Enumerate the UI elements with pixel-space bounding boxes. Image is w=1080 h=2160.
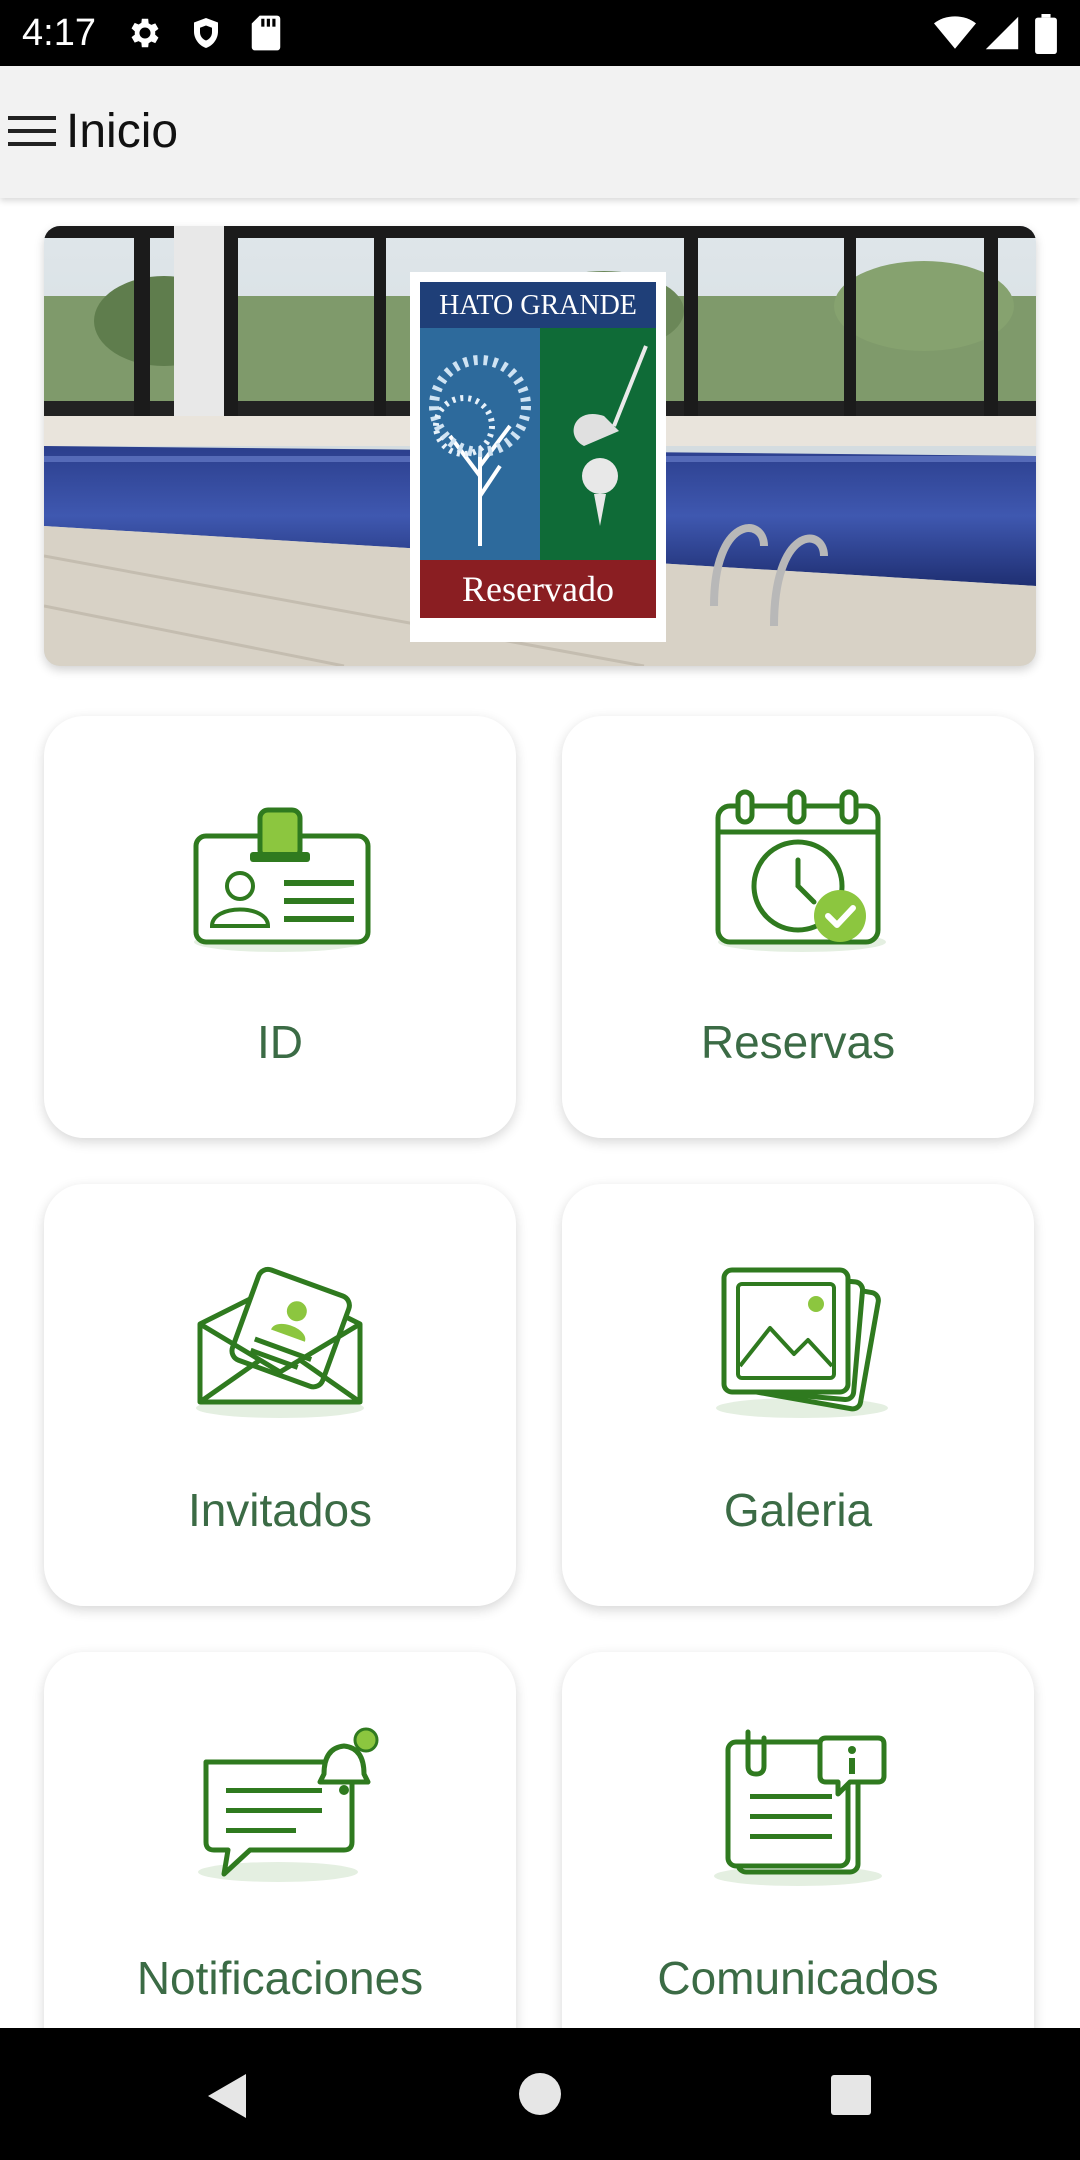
wifi-icon <box>934 16 976 49</box>
logo-subtitle: Reservado <box>462 569 614 609</box>
menu-card-label: Invitados <box>187 1484 373 1536</box>
menu-card-reservas[interactable]: Reservas <box>562 716 1034 1138</box>
menu-card-galeria[interactable]: Galeria <box>562 1184 1034 1606</box>
hero-banner: HATO GRANDE Reservado <box>44 226 1036 666</box>
menu-card-label: ID <box>257 1016 303 1068</box>
signal-icon <box>985 16 1019 50</box>
system-nav-bar <box>0 2028 1080 2160</box>
menu-button[interactable] <box>6 110 58 154</box>
battery-icon <box>1035 14 1057 54</box>
gallery-photos-icon <box>716 1267 888 1418</box>
status-bar: 4:17 <box>0 0 1080 66</box>
sd-card-icon <box>251 15 281 51</box>
page-title: Inicio <box>66 105 179 158</box>
app-bar: Inicio <box>0 66 1080 198</box>
menu-card-label: Galeria <box>723 1484 873 1536</box>
shield-icon <box>194 18 218 48</box>
menu-card-comunicados[interactable]: Comunicados <box>562 1652 1034 2028</box>
calendar-clock-icon <box>715 789 886 952</box>
back-icon[interactable] <box>204 2072 248 2120</box>
pool-photo: HATO GRANDE Reservado <box>44 226 1036 666</box>
home-icon[interactable] <box>518 2072 562 2116</box>
status-time: 4:17 <box>22 12 96 54</box>
id-badge-icon <box>193 807 371 952</box>
home-content[interactable]: HATO GRANDE Reservado ID Reservas Invita… <box>0 198 1080 2028</box>
hamburger-menu-icon <box>8 116 56 146</box>
menu-card-id[interactable]: ID <box>44 716 516 1138</box>
menu-card-invitados[interactable]: Invitados <box>44 1184 516 1606</box>
menu-card-label: Notificaciones <box>136 1952 424 2004</box>
menu-card-label: Comunicados <box>657 1952 939 2004</box>
chat-bell-icon <box>198 1727 379 1882</box>
menu-card-notificaciones[interactable]: Notificaciones <box>44 1652 516 2028</box>
menu-card-label: Reservas <box>700 1016 896 1068</box>
invitation-envelope-icon <box>196 1266 364 1418</box>
recents-icon[interactable] <box>830 2074 872 2116</box>
logo-title: HATO GRANDE <box>439 290 637 321</box>
settings-icon <box>131 18 159 48</box>
clipboard-info-icon <box>714 1729 887 1886</box>
